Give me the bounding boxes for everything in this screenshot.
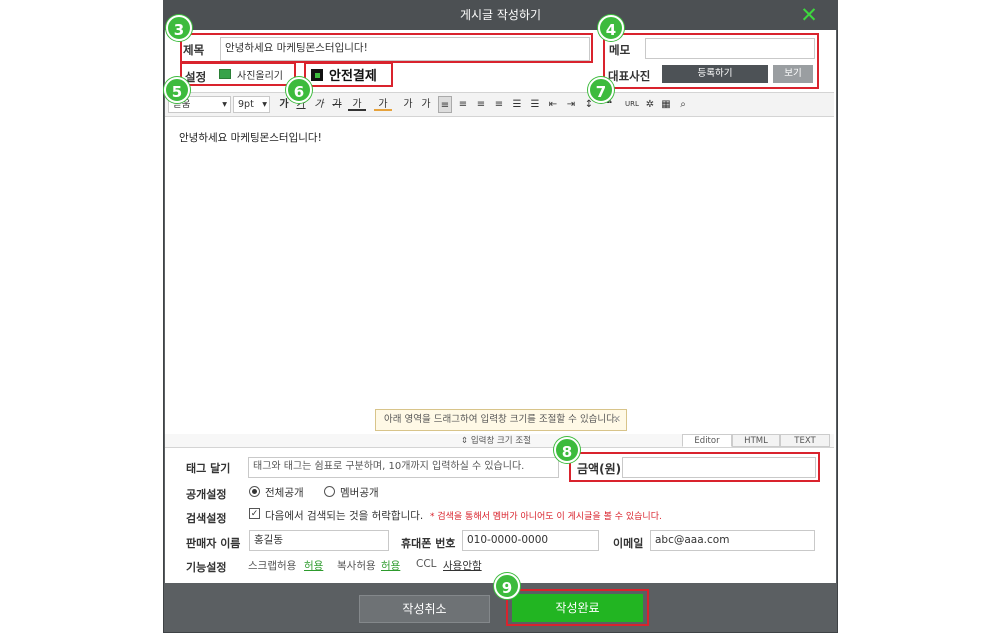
email-input[interactable]: abc@aaa.com bbox=[650, 530, 815, 551]
url-button[interactable]: URL bbox=[623, 96, 641, 113]
search-setting-label: 검색설정 bbox=[186, 512, 227, 525]
align-center-icon[interactable]: ≡ bbox=[456, 96, 470, 113]
close-icon[interactable]: ✕ bbox=[798, 4, 820, 26]
ordered-list-icon[interactable]: ☰ bbox=[510, 96, 524, 113]
badge-9: 9 bbox=[494, 573, 520, 599]
copy-value-link[interactable]: 허용 bbox=[381, 558, 400, 573]
ccl-label: CCL bbox=[416, 558, 437, 570]
features-label: 기능설정 bbox=[186, 561, 227, 574]
tags-label: 태그 달기 bbox=[186, 462, 231, 475]
visibility-label: 공개설정 bbox=[186, 488, 227, 501]
safe-payment-highlight bbox=[304, 62, 393, 87]
resize-hint-tooltip: 아래 영역을 드래그하여 입력창 크기를 조절할 수 있습니다. ✕ bbox=[375, 409, 627, 431]
radio-members[interactable] bbox=[324, 486, 335, 497]
highlight-color-button[interactable]: 가 bbox=[374, 96, 392, 111]
align-justify-icon[interactable]: ≡ bbox=[492, 96, 506, 113]
badge-6: 6 bbox=[286, 77, 312, 103]
editor-content[interactable]: 안녕하세요 마케팅몬스터입니다! bbox=[179, 130, 322, 145]
font-size-select[interactable]: 9pt ▾ bbox=[233, 96, 270, 113]
tags-input[interactable]: 태그와 태그는 쉼표로 구분하며, 10개까지 입력하실 수 있습니다. bbox=[248, 457, 559, 478]
badge-8: 8 bbox=[554, 437, 580, 463]
resize-hint-text: 아래 영역을 드래그하여 입력창 크기를 조절할 수 있습니다. bbox=[384, 414, 618, 425]
search-allow-label: 다음에서 검색되는 것을 허락합니다. bbox=[265, 510, 424, 522]
price-highlight bbox=[569, 452, 820, 482]
bullet-list-icon[interactable]: ☰ bbox=[528, 96, 542, 113]
font-color-button[interactable]: 가 bbox=[348, 96, 366, 111]
special-char-icon[interactable]: ✲ bbox=[643, 96, 657, 113]
scrap-label: 스크랩허용 bbox=[248, 560, 297, 572]
radio-members-label: 멤버공개 bbox=[340, 487, 379, 499]
email-label: 이메일 bbox=[613, 537, 644, 550]
photo-upload-highlight bbox=[180, 62, 296, 86]
badge-4: 4 bbox=[598, 15, 624, 41]
close-hint-icon[interactable]: ✕ bbox=[613, 410, 621, 430]
seller-input[interactable]: 홍길동 bbox=[249, 530, 389, 551]
badge-5: 5 bbox=[164, 77, 190, 103]
editor-area[interactable] bbox=[165, 117, 834, 435]
search-allow-checkbox[interactable]: ✓ bbox=[249, 508, 260, 519]
badge-3: 3 bbox=[166, 15, 192, 41]
tab-editor[interactable]: Editor bbox=[682, 434, 732, 447]
copy-label: 복사허용 bbox=[337, 560, 376, 572]
badge-7: 7 bbox=[588, 77, 614, 103]
superscript-button[interactable]: 가 bbox=[400, 96, 416, 113]
phone-input[interactable]: 010-0000-0000 bbox=[462, 530, 599, 551]
strikethrough-button[interactable]: 가 bbox=[330, 96, 344, 113]
memo-cover-highlight bbox=[603, 33, 819, 89]
align-left-icon[interactable]: ≡ bbox=[438, 96, 452, 113]
font-size-value: 9pt bbox=[238, 99, 254, 110]
tab-html[interactable]: HTML bbox=[732, 434, 780, 447]
italic-button[interactable]: 가 bbox=[312, 96, 326, 113]
cancel-button[interactable]: 작성취소 bbox=[359, 595, 490, 623]
find-icon[interactable]: ⌕ bbox=[676, 96, 690, 113]
subscript-button[interactable]: 가 bbox=[418, 96, 434, 113]
dialog-title: 게시글 작성하기 bbox=[163, 0, 838, 30]
table-icon[interactable]: ▦ bbox=[659, 96, 673, 113]
search-note: * 검색을 통해서 멤버가 아니어도 이 게시글을 볼 수 있습니다. bbox=[430, 512, 662, 522]
radio-public-label: 전체공개 bbox=[265, 487, 304, 499]
ccl-value-link[interactable]: 사용안함 bbox=[443, 558, 482, 573]
outdent-icon[interactable]: ⇤ bbox=[546, 96, 560, 113]
resize-handle[interactable]: ⇕ 입력창 크기 조절 bbox=[461, 434, 531, 448]
phone-label: 휴대폰 번호 bbox=[401, 537, 456, 550]
indent-icon[interactable]: ⇥ bbox=[564, 96, 578, 113]
submit-highlight bbox=[506, 589, 649, 626]
scrap-value-link[interactable]: 허용 bbox=[304, 558, 323, 573]
tab-text[interactable]: TEXT bbox=[780, 434, 830, 447]
subject-highlight bbox=[180, 33, 593, 63]
align-right-icon[interactable]: ≡ bbox=[474, 96, 488, 113]
seller-label: 판매자 이름 bbox=[186, 537, 241, 550]
radio-public[interactable] bbox=[249, 486, 260, 497]
